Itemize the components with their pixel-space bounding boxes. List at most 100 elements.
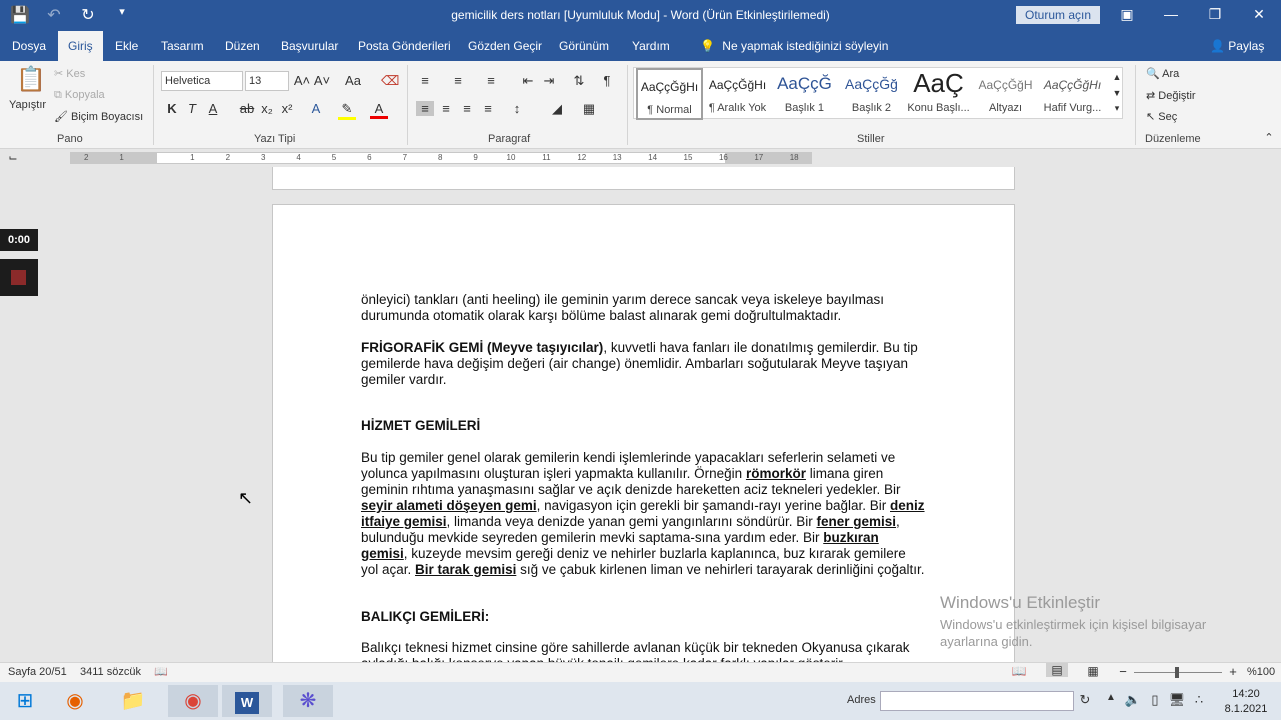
align-center-icon[interactable]: ≡ xyxy=(437,101,455,116)
paragraph-frigorific[interactable]: FRİGORAFİK GEMİ (Meyve taşıyıcılar), kuv… xyxy=(361,340,926,388)
battery-icon[interactable]: ▯ xyxy=(1146,692,1164,708)
bullets-icon[interactable]: ≡ xyxy=(416,73,434,88)
shading-icon[interactable]: ◢ xyxy=(548,101,566,117)
style-heading-2[interactable]: AaÇçĞğ Başlık 2 xyxy=(838,68,905,120)
close-button[interactable]: ✕ xyxy=(1237,0,1281,31)
signin-button[interactable]: Oturum açın xyxy=(1016,6,1100,24)
document-area[interactable]: önleyici) tankları (anti heeling) ile ge… xyxy=(0,167,1281,662)
tab-gorunum[interactable]: Görünüm xyxy=(549,31,619,61)
clear-formatting-icon[interactable]: ⌫ xyxy=(381,73,399,89)
refresh-icon[interactable]: ↻ xyxy=(1076,692,1094,708)
tab-giris[interactable]: Giriş xyxy=(58,31,103,61)
line-spacing-icon[interactable]: ↕ xyxy=(508,101,526,116)
document-page[interactable]: önleyici) tankları (anti heeling) ile ge… xyxy=(272,204,1015,662)
copy-button[interactable]: ⧉ Kopyala xyxy=(54,89,105,102)
style-subtitle[interactable]: AaÇçĞğH Altyazı xyxy=(972,68,1039,120)
bold-icon[interactable]: K xyxy=(163,101,181,116)
find-button[interactable]: 🔍 Ara xyxy=(1146,67,1179,80)
change-case-icon[interactable]: Aa xyxy=(341,73,365,88)
subscript-icon[interactable]: x₂ xyxy=(258,101,276,116)
paragraph-service-ships[interactable]: Bu tip gemiler genel olarak gemilerin ke… xyxy=(361,450,926,578)
stop-recording-button[interactable] xyxy=(0,259,38,296)
strikethrough-icon[interactable]: ab xyxy=(238,101,256,116)
heading-fishing-ships[interactable]: BALIKÇI GEMİLERİ: xyxy=(361,609,926,625)
network-icon[interactable]: 🖥 xyxy=(1168,692,1186,708)
style-subtle-emphasis[interactable]: AaÇçĞğHı Hafif Vurg... xyxy=(1039,68,1106,120)
proofing-icon[interactable]: 📖 xyxy=(152,665,170,678)
volume-icon[interactable]: 🔈 xyxy=(1124,692,1142,708)
maximize-button[interactable]: ❐ xyxy=(1193,0,1237,31)
shrink-font-icon[interactable]: A˅ xyxy=(313,73,331,88)
cut-button[interactable]: ✂ Kes xyxy=(54,67,85,80)
read-mode-icon[interactable]: 📖 xyxy=(1010,664,1028,678)
styles-scroll-up-icon[interactable]: ▲ xyxy=(1108,72,1126,82)
address-input[interactable] xyxy=(880,691,1074,711)
highlight-icon[interactable]: ✎ xyxy=(338,101,356,120)
firefox-icon[interactable]: ◉ xyxy=(50,685,100,717)
share-button[interactable]: 👤 Paylaş xyxy=(1200,31,1274,61)
grow-font-icon[interactable]: A˄ xyxy=(293,73,311,88)
font-color-icon[interactable]: A xyxy=(370,101,388,119)
zoom-out-icon[interactable]: − xyxy=(1114,664,1132,679)
clock[interactable]: 14:20 8.1.2021 xyxy=(1218,687,1274,717)
replace-button[interactable]: ⇄ Değiştir xyxy=(1146,89,1196,102)
style-title[interactable]: AaÇ Konu Başlı... xyxy=(905,68,972,120)
paragraph-ballast[interactable]: önleyici) tankları (anti heeling) ile ge… xyxy=(361,292,926,324)
paste-button[interactable]: Yapıştır xyxy=(9,99,46,111)
font-family-select[interactable]: Helvetica xyxy=(161,71,243,91)
minimize-button[interactable]: — xyxy=(1149,0,1193,31)
tab-tasarim[interactable]: Tasarım xyxy=(151,31,214,61)
tell-me-box[interactable]: 💡 Ne yapmak istediğinizi söyleyin xyxy=(690,31,898,61)
text-effects-icon[interactable]: A xyxy=(307,101,325,116)
show-formatting-icon[interactable]: ¶ xyxy=(598,73,616,88)
sort-icon[interactable]: ⇅ xyxy=(570,73,588,89)
tab-ekle[interactable]: Ekle xyxy=(105,31,148,61)
superscript-icon[interactable]: x² xyxy=(278,101,296,116)
tab-selector-icon[interactable]: ⌙ xyxy=(4,151,22,164)
start-windows-icon[interactable]: ⊞ xyxy=(0,685,50,717)
format-painter-button[interactable]: 🖌 Biçim Boyacısı xyxy=(54,110,143,123)
tab-posta[interactable]: Posta Gönderileri xyxy=(348,31,461,61)
tab-duzen[interactable]: Düzen xyxy=(215,31,270,61)
show-hidden-icons-icon[interactable]: ▲ xyxy=(1102,692,1120,703)
paragraph-fishing-ships[interactable]: Balıkçı teknesi hizmet cinsine göre sahi… xyxy=(361,640,926,662)
page-indicator[interactable]: Sayfa 20/51 xyxy=(8,666,67,678)
underline-icon[interactable]: A xyxy=(204,101,222,116)
collapse-ribbon-icon[interactable]: ⌃ xyxy=(1260,131,1278,144)
select-button[interactable]: ↖ Seç xyxy=(1146,110,1177,123)
zoom-level[interactable]: %100 xyxy=(1247,666,1275,678)
tab-yardim[interactable]: Yardım xyxy=(622,31,680,61)
style-normal[interactable]: AaÇçĞğHı ¶ Normal xyxy=(636,68,703,120)
word-taskbar-icon[interactable]: W xyxy=(222,685,272,717)
tab-basvurular[interactable]: Başvurular xyxy=(271,31,348,61)
styles-more-icon[interactable]: ▾ xyxy=(1108,103,1126,114)
font-size-select[interactable]: 13 xyxy=(245,71,289,91)
zoom-slider-thumb[interactable] xyxy=(1175,667,1179,678)
heading-service-ships[interactable]: HİZMET GEMİLERİ xyxy=(361,418,926,434)
justify-icon[interactable]: ≡ xyxy=(479,101,497,116)
tab-dosya[interactable]: Dosya xyxy=(2,31,56,61)
word-count[interactable]: 3411 sözcük xyxy=(80,666,141,678)
file-explorer-icon[interactable]: 📁 xyxy=(108,685,158,717)
ribbon-display-options-icon[interactable]: ▣ xyxy=(1105,0,1149,31)
settings-app-icon[interactable]: ❋ xyxy=(283,685,333,717)
tab-gozden-gecir[interactable]: Gözden Geçir xyxy=(458,31,552,61)
horizontal-ruler[interactable]: 2 1 1 2 3 4 5 6 7 8 9 10 11 12 13 14 15 16 17 18 xyxy=(70,152,812,164)
web-layout-icon[interactable]: ▦ xyxy=(1084,664,1102,678)
multilevel-list-icon[interactable]: ≡ xyxy=(482,73,500,88)
print-layout-icon[interactable]: ▤ xyxy=(1046,663,1068,677)
decrease-indent-icon[interactable]: ⇤ xyxy=(519,73,537,89)
zoom-in-icon[interactable]: + xyxy=(1224,664,1242,679)
styles-scroll-down-icon[interactable]: ▼ xyxy=(1108,88,1126,98)
chrome-icon[interactable]: ◉ xyxy=(168,685,218,717)
italic-icon[interactable]: T xyxy=(183,101,201,116)
increase-indent-icon[interactable]: ⇥ xyxy=(540,73,558,89)
align-right-icon[interactable]: ≡ xyxy=(458,101,476,116)
numbering-icon[interactable]: ≡ xyxy=(449,73,467,88)
align-left-icon[interactable]: ≡ xyxy=(416,101,434,116)
wifi-icon[interactable]: ∴ xyxy=(1190,692,1208,708)
borders-icon[interactable]: ▦ xyxy=(580,101,598,117)
style-no-spacing[interactable]: AaÇçĞğHı ¶ Aralık Yok xyxy=(704,68,771,120)
paste-icon[interactable]: 📋 xyxy=(16,65,46,94)
style-heading-1[interactable]: AaÇçĞ Başlık 1 xyxy=(771,68,838,120)
